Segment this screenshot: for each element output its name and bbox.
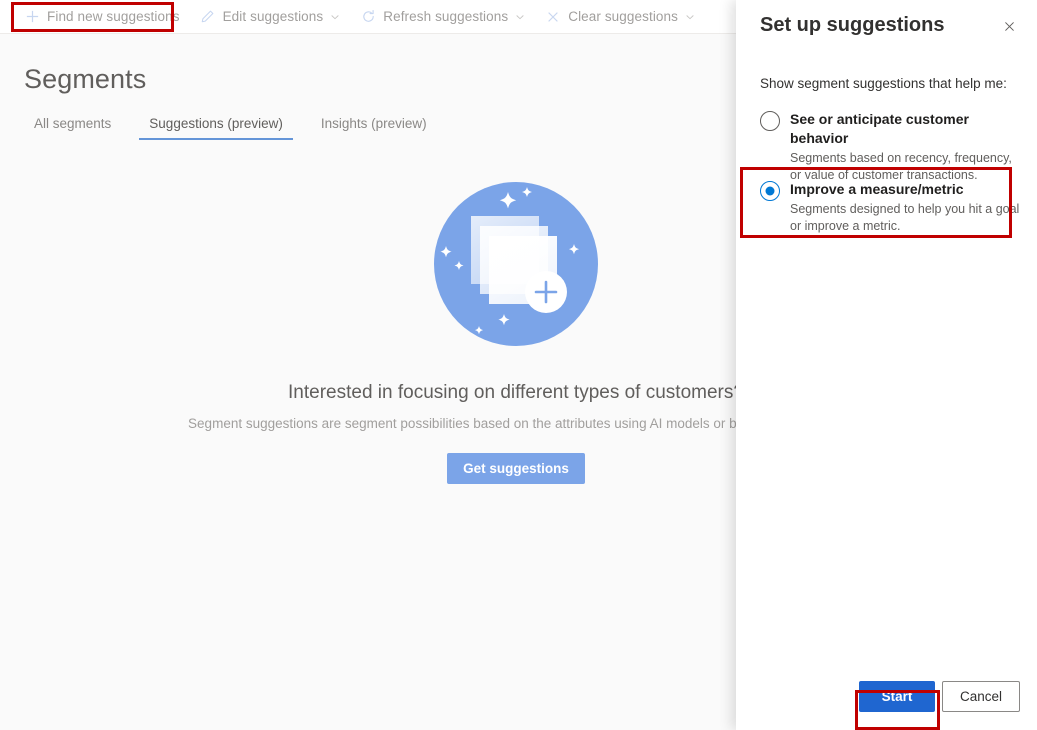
plus-icon — [24, 9, 40, 25]
radio-option-title: See or anticipate customer behavior — [790, 111, 969, 146]
radio-option-text: See or anticipate customer behavior Segm… — [790, 110, 1022, 184]
radio-option-text: Improve a measure/metric Segments design… — [790, 180, 1022, 235]
close-icon — [545, 9, 561, 25]
main-content: Segments All segments Suggestions (previ… — [0, 34, 737, 730]
radio-button-selected[interactable] — [760, 181, 780, 201]
pencil-icon — [200, 9, 216, 25]
empty-state: Interested in focusing on different type… — [0, 174, 737, 484]
get-suggestions-button[interactable]: Get suggestions — [447, 453, 585, 484]
empty-state-headline: Interested in focusing on different type… — [288, 382, 737, 403]
start-button[interactable]: Start — [859, 680, 935, 712]
chevron-down-icon — [515, 12, 525, 22]
radio-option-title: Improve a measure/metric — [790, 181, 964, 197]
panel-close-button[interactable] — [995, 14, 1023, 42]
toolbar-item-label: Find new suggestions — [47, 9, 180, 24]
panel-prompt-label: Show segment suggestions that help me: — [760, 76, 1007, 91]
radio-option-improve-metric[interactable]: Improve a measure/metric Segments design… — [760, 180, 1022, 235]
tab-label: Insights (preview) — [320, 116, 427, 131]
stacked-cards-add-illustration — [426, 174, 606, 354]
toolbar-item-label: Refresh suggestions — [383, 9, 509, 24]
radio-option-description: Segments based on recency, frequency, or… — [790, 151, 1012, 182]
tab-list: All segments Suggestions (preview) Insig… — [24, 108, 455, 140]
toolbar-item-label: Edit suggestions — [222, 9, 324, 24]
toolbar-item-refresh-suggestions[interactable]: Refresh suggestions — [354, 2, 531, 32]
toolbar-item-clear-suggestions[interactable]: Clear suggestions — [539, 2, 701, 32]
chevron-down-icon — [685, 12, 695, 22]
panel-footer: Start Cancel — [736, 662, 1037, 730]
toolbar-item-edit-suggestions[interactable]: Edit suggestions — [194, 2, 347, 32]
radio-button-unselected[interactable] — [760, 111, 780, 131]
tab-all-segments[interactable]: All segments — [24, 116, 121, 140]
chevron-down-icon — [330, 12, 340, 22]
cancel-button[interactable]: Cancel — [942, 680, 1020, 712]
radio-option-description: Segments designed to help you hit a goal… — [790, 202, 1020, 233]
tab-suggestions[interactable]: Suggestions (preview) — [139, 116, 293, 140]
toolbar-item-label: Clear suggestions — [568, 9, 678, 24]
application-root: Find new suggestions Edit suggestions Re… — [0, 0, 1037, 730]
tab-label: All segments — [34, 116, 112, 131]
setup-suggestions-panel: Set up suggestions Show segment suggesti… — [736, 0, 1037, 730]
command-bar: Find new suggestions Edit suggestions Re… — [0, 0, 737, 34]
toolbar-item-find-new-suggestions[interactable]: Find new suggestions — [18, 2, 186, 32]
page-title: Segments — [24, 64, 147, 94]
empty-state-subtitle: Segment suggestions are segment possibil… — [188, 416, 737, 431]
refresh-icon — [360, 9, 376, 25]
radio-option-customer-behavior[interactable]: See or anticipate customer behavior Segm… — [760, 110, 1022, 184]
tab-label: Suggestions (preview) — [149, 116, 283, 131]
tab-insights[interactable]: Insights (preview) — [311, 116, 437, 140]
close-icon — [1003, 20, 1016, 36]
panel-title: Set up suggestions — [760, 14, 945, 36]
